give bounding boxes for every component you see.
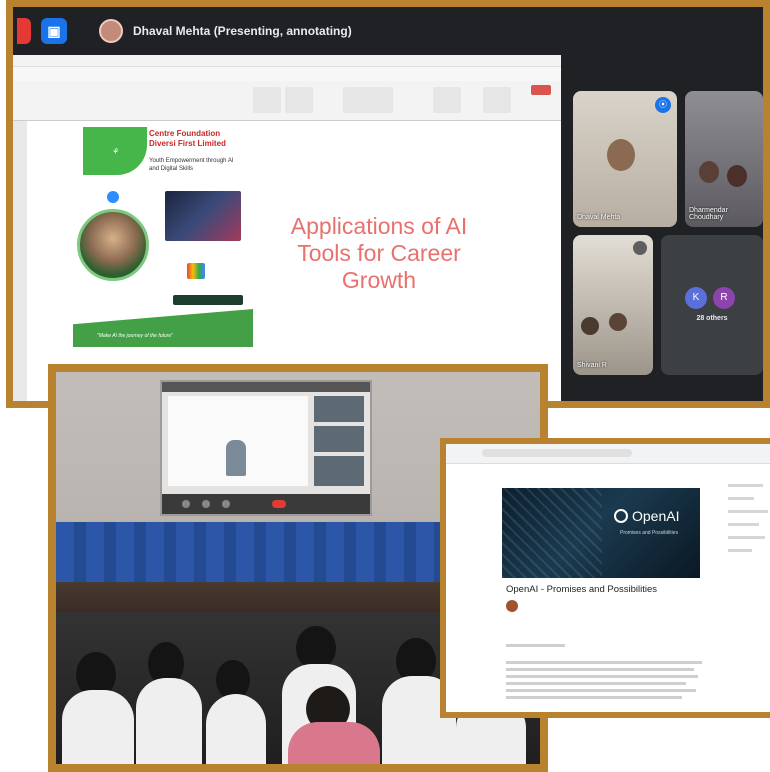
ribbon-group [285, 87, 313, 113]
google-meet-icon [187, 263, 205, 279]
projected-tile [314, 456, 364, 486]
poster-motto: "Make AI the journey of the future" [97, 333, 173, 339]
projected-slide [168, 396, 308, 486]
article-title: OpenAI - Promises and Possibilities [506, 584, 658, 595]
poster-logo: ⚘ [83, 127, 147, 175]
participant-name: Shivani R [577, 362, 607, 369]
ai-graphic [165, 191, 241, 241]
participant-tiles: ⦿ Dhaval Mehta Dharmendar Choudhary Shiv… [573, 91, 763, 391]
text-line [728, 523, 759, 526]
projected-tile [314, 426, 364, 452]
record-icon[interactable] [17, 18, 31, 44]
article-author [506, 600, 518, 612]
present-icon[interactable]: ▣ [41, 18, 67, 44]
control-dot [272, 500, 286, 508]
text-line [506, 689, 697, 692]
participant-name: Dhaval Mehta [577, 214, 621, 221]
participant-tile[interactable]: ⦿ Dhaval Mehta [573, 91, 677, 227]
banner-brand: OpenAI [632, 508, 680, 524]
control-dot [222, 500, 230, 508]
projected-figure [226, 440, 246, 476]
text-line [506, 696, 683, 699]
ribbon-group [433, 87, 461, 113]
projected-titlebar [162, 382, 370, 392]
student [206, 694, 266, 764]
side-panel [728, 484, 770, 704]
audio-wave-icon: ⦿ [655, 97, 671, 113]
document-window: OpenAI Promises and Possibilities OpenAI… [446, 444, 770, 712]
text-line [506, 661, 702, 664]
poster-tagline: Youth Empowerment through AI and Digital… [149, 158, 234, 172]
article-banner: OpenAI Promises and Possibilities [502, 488, 700, 578]
ribbon-group [253, 87, 281, 113]
text-line [506, 675, 699, 678]
participant-tile[interactable]: Shivani R [573, 235, 653, 375]
meeting-screenshot-frame: ▣ Dhaval Mehta (Presenting, annotating) [6, 0, 770, 408]
poster-register-badge [173, 295, 243, 305]
text-line [728, 536, 766, 539]
poster-org-name: Centre Foundation Diversi First Limited [149, 129, 226, 148]
browser-bar [446, 444, 770, 464]
participant-video [727, 165, 747, 187]
author-avatar [506, 600, 518, 612]
projected-tile [314, 396, 364, 422]
participant-name: Dharmendar Choudhary [689, 207, 728, 221]
ppt-ribbon [13, 81, 561, 121]
article-body [506, 644, 702, 703]
student [136, 678, 202, 764]
share-button[interactable] [531, 85, 551, 95]
openai-logo-icon [614, 509, 628, 523]
collage: ▣ Dhaval Mehta (Presenting, annotating) [0, 0, 770, 772]
ppt-menubar [13, 67, 561, 81]
participant-tile[interactable]: Dharmendar Choudhary [685, 91, 763, 227]
slide-thumbnail-pane [13, 121, 27, 401]
text-line [728, 497, 755, 500]
projected-controls [162, 494, 370, 514]
mute-icon [633, 241, 647, 255]
text-line [506, 682, 687, 685]
event-poster: ⚘ Centre Foundation Diversi First Limite… [73, 125, 253, 347]
shared-presentation: ⚘ Centre Foundation Diversi First Limite… [13, 55, 561, 401]
meeting-toolbar: ▣ Dhaval Mehta (Presenting, annotating) [13, 7, 763, 55]
ribbon-group [483, 87, 511, 113]
presenter-avatar [99, 19, 123, 43]
control-dot [202, 500, 210, 508]
student [288, 722, 380, 764]
text-line [506, 668, 695, 671]
avatar: K [685, 287, 707, 309]
text-line [728, 549, 753, 552]
others-tile[interactable]: K R 28 others [661, 235, 763, 375]
presenter-status: Dhaval Mehta (Presenting, annotating) [133, 24, 352, 38]
slide-title: Applications of AI Tools for Career Grow… [290, 213, 468, 293]
others-count: 28 others [696, 315, 728, 322]
participant-video [581, 317, 599, 335]
student [62, 690, 134, 764]
ribbon-group [343, 87, 393, 113]
control-dot [182, 500, 190, 508]
text-line [728, 510, 768, 513]
text-line [728, 484, 764, 487]
zoom-logo-icon [107, 191, 119, 203]
meeting-window: ▣ Dhaval Mehta (Presenting, annotating) [13, 7, 763, 401]
participant-video [609, 313, 627, 331]
participant-video [699, 161, 719, 183]
avatar: R [713, 287, 735, 309]
projection-screen [160, 380, 372, 516]
banner-subtitle: Promises and Possibilities [620, 530, 679, 536]
document-screenshot-frame: OpenAI Promises and Possibilities OpenAI… [440, 438, 770, 718]
ppt-titlebar [13, 55, 561, 67]
participant-video [607, 139, 635, 171]
address-bar[interactable] [482, 449, 632, 457]
slide-canvas: ⚘ Centre Foundation Diversi First Limite… [27, 121, 561, 401]
openai-logo: OpenAI [614, 508, 679, 524]
speaker-photo [77, 209, 149, 281]
poster-footer-band [73, 309, 253, 347]
text-line [506, 644, 565, 647]
banner-pattern [502, 488, 602, 578]
